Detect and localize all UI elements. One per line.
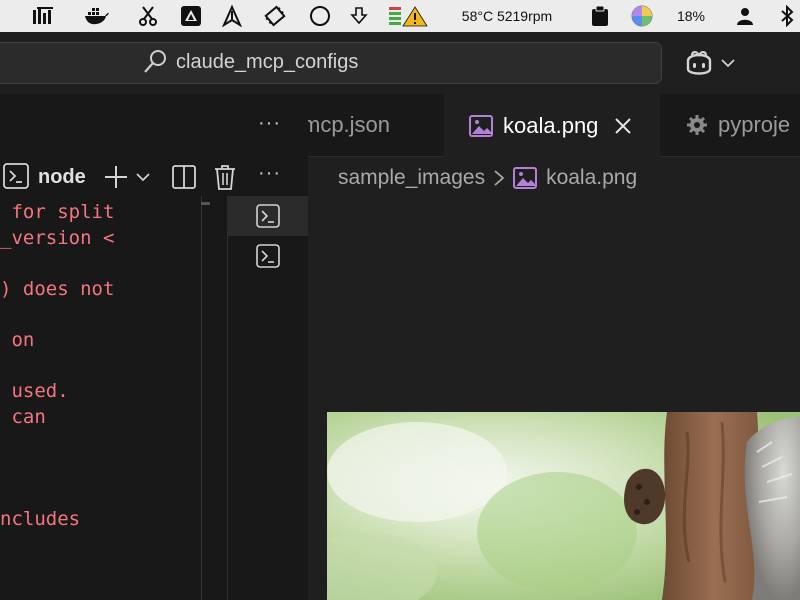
terminal-tab-name[interactable]: node <box>38 166 86 189</box>
memory-warning-icon[interactable] <box>386 0 430 32</box>
terminal-icon <box>256 244 280 273</box>
download-arrow-icon[interactable] <box>347 0 371 32</box>
more-icon[interactable]: ··· <box>258 162 281 185</box>
terminal-line: on <box>0 329 35 351</box>
user-icon[interactable] <box>734 0 756 32</box>
image-file-icon <box>513 167 538 189</box>
trash-icon[interactable] <box>214 163 236 196</box>
chevron-right-icon <box>493 169 505 187</box>
scrollbar-marker <box>201 202 210 205</box>
copilot-icon[interactable] <box>684 49 714 82</box>
tab-label: pyproje <box>718 112 791 137</box>
breadcrumb-folder[interactable]: sample_images <box>338 166 485 190</box>
docker-icon[interactable] <box>82 0 112 32</box>
terminal-icon <box>3 163 29 194</box>
split-icon[interactable] <box>172 164 196 195</box>
close-icon[interactable] <box>614 117 632 135</box>
temperature-fan-readout[interactable]: 58°C 5219rpm <box>455 0 559 32</box>
terminal-line: used. <box>0 380 69 402</box>
terminal-toolbar: node ··· <box>0 160 308 196</box>
tab-label: koala.png <box>503 113 599 138</box>
terminal-instance-item[interactable] <box>227 196 308 236</box>
search-icon <box>143 49 167 80</box>
terminal-icon <box>256 204 280 233</box>
drive-icon[interactable] <box>178 0 204 32</box>
scrollbar-track[interactable] <box>201 196 202 600</box>
tab-koala-png[interactable]: koala.png <box>444 94 660 157</box>
terminal-instance-item[interactable] <box>227 236 308 276</box>
film-icon[interactable] <box>262 0 288 32</box>
more-icon[interactable]: ··· <box>258 112 281 135</box>
menu-bar: 58°C 5219rpm 18% <box>0 0 800 32</box>
plus-icon[interactable] <box>103 164 129 195</box>
terminal-line: for split <box>0 201 115 223</box>
scissors-icon[interactable] <box>134 0 162 32</box>
koala-image-preview[interactable] <box>327 412 800 600</box>
color-wheel-icon[interactable] <box>630 0 654 32</box>
terminal-line: ) does not <box>0 278 115 300</box>
terminal-output[interactable]: for split _version < ) does not on used.… <box>0 196 200 600</box>
chevron-down-icon[interactable] <box>135 169 151 190</box>
battery-percent[interactable]: 18% <box>670 0 712 32</box>
search-input-text[interactable]: claude_mcp_configs <box>176 51 358 74</box>
terminal-line: can <box>0 406 46 428</box>
image-file-icon <box>469 115 493 137</box>
tab-pyproject[interactable]: pyproje <box>661 94 800 156</box>
circle-icon[interactable] <box>307 0 333 32</box>
stats-icon[interactable] <box>30 0 60 32</box>
gear-icon <box>686 114 708 136</box>
breadcrumb: sample_images koala.png <box>338 164 637 192</box>
terminal-line: _version < <box>0 227 115 249</box>
tab-mcp-json[interactable]: mcp.json <box>308 94 443 156</box>
clipboard-icon[interactable] <box>589 0 611 32</box>
tab-label: mcp.json <box>308 112 391 137</box>
terminal-line: ncludes <box>0 508 81 530</box>
breadcrumb-file[interactable]: koala.png <box>546 166 637 190</box>
chevron-down-icon[interactable] <box>720 55 736 76</box>
vpn-icon[interactable] <box>219 0 245 32</box>
bluetooth-icon[interactable] <box>776 0 798 32</box>
